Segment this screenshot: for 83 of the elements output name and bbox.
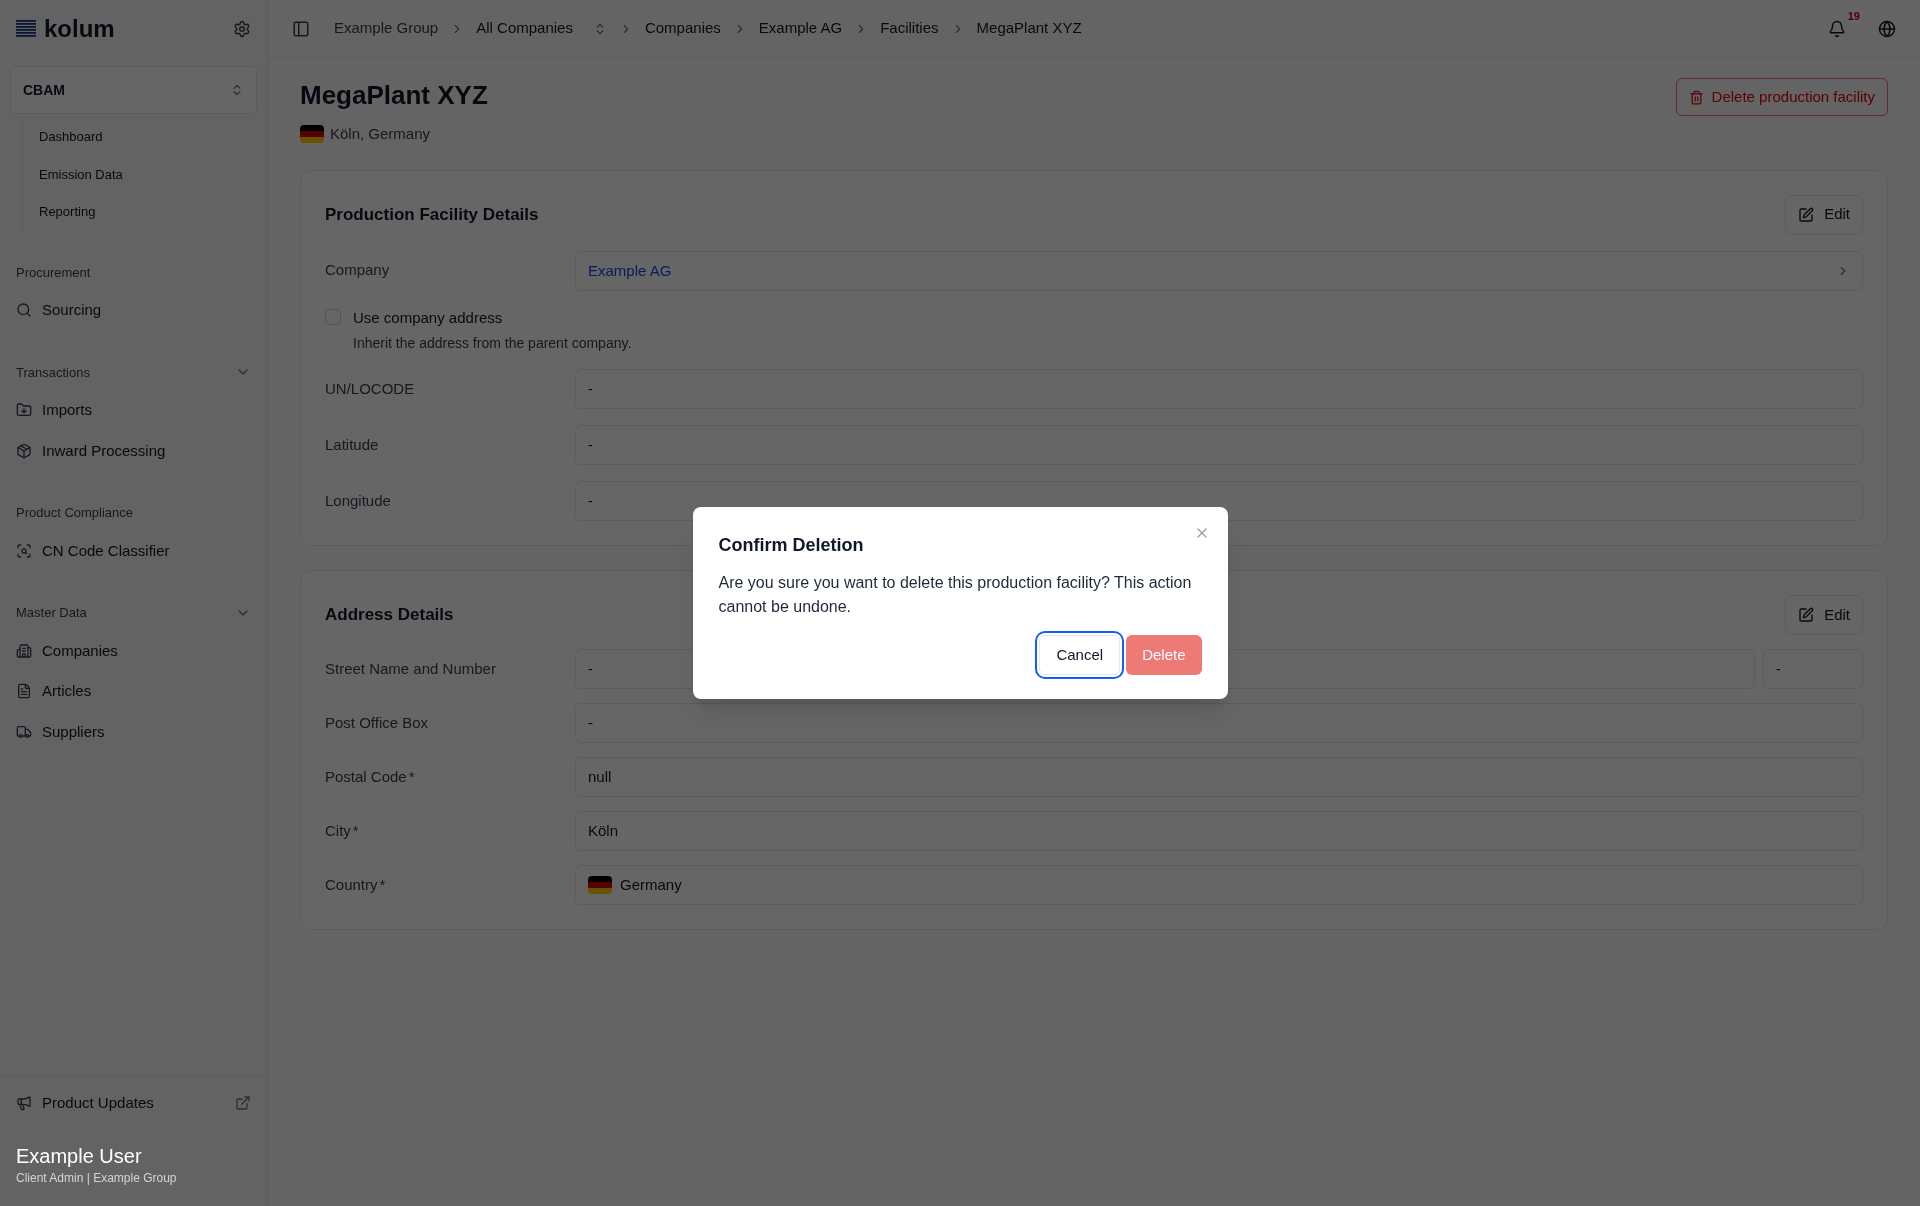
dialog-message: Are you sure you want to delete this production facility? This action cannot be undone. <box>718 573 1193 617</box>
sidebar-item[interactable]: Companies <box>16 630 251 671</box>
sidebar-item[interactable]: Articles <box>16 671 251 712</box>
box-icon <box>16 442 32 459</box>
input-field[interactable]: - <box>1763 649 1863 689</box>
sidebar-item[interactable]: Inward Processing <box>16 430 251 471</box>
scan-icon <box>16 542 32 559</box>
sidebar-item[interactable]: Suppliers <box>16 711 251 752</box>
sidebar-subitem[interactable]: Emission Data <box>31 155 257 193</box>
section-title: Product Compliance <box>16 504 134 522</box>
field-label: Longitude <box>325 490 392 511</box>
settings-icon[interactable] <box>233 20 251 38</box>
edit-button[interactable]: Edit <box>1785 194 1863 235</box>
field-value: - <box>588 713 593 734</box>
flag-icon <box>588 876 612 894</box>
input-field[interactable]: - <box>575 703 1863 743</box>
delete-button[interactable]: Delete <box>1126 635 1202 675</box>
dialog-title: Confirm Deletion <box>718 534 865 557</box>
breadcrumb-link[interactable]: Facilities <box>880 17 939 40</box>
input-field[interactable]: - <box>575 425 1863 465</box>
product-updates-link[interactable]: Product Updates <box>16 1091 251 1114</box>
truck-icon <box>16 723 32 740</box>
edit-icon <box>1798 607 1815 623</box>
company-link[interactable]: Example AG <box>588 259 672 282</box>
app-switcher[interactable]: CBAM <box>10 66 257 114</box>
field-label: Street Name and Number <box>325 658 497 679</box>
field-value: - <box>1776 660 1781 679</box>
search-icon <box>16 302 32 319</box>
sidebar-item[interactable]: Sourcing <box>16 290 251 331</box>
field-value: Germany <box>620 875 682 896</box>
flag-icon <box>300 125 324 144</box>
field-value: - <box>588 380 593 399</box>
globe-icon[interactable] <box>1878 19 1896 38</box>
breadcrumb-link[interactable]: Companies <box>644 17 721 40</box>
input-field[interactable]: Köln <box>575 811 1863 851</box>
breadcrumb-link[interactable]: Example AG <box>758 17 843 40</box>
checkbox-label: Use company address <box>353 307 504 328</box>
field-value: - <box>588 660 593 679</box>
field-value: null <box>588 767 612 788</box>
card-title: Address Details <box>325 604 454 627</box>
external-link-icon <box>235 1094 251 1111</box>
checkbox-hint: Inherit the address from the parent company. <box>353 334 632 353</box>
page-title: MegaPlant XYZ <box>300 79 488 112</box>
field-label: Company <box>325 260 391 281</box>
location-text: Köln, Germany <box>330 124 431 144</box>
input-field[interactable]: Germany <box>575 865 1863 905</box>
field-label: Country* <box>325 874 387 895</box>
card-title: Production Facility Details <box>325 203 539 226</box>
logo: kolum <box>44 14 115 44</box>
field-label: Latitude <box>325 434 380 455</box>
sidebar-toggle-icon[interactable] <box>292 19 310 38</box>
delete-facility-button[interactable]: Delete production facility <box>1675 78 1888 116</box>
document-icon <box>16 683 32 700</box>
field-label: UN/LOCODE <box>325 378 416 399</box>
sidebar-item[interactable]: Imports <box>16 390 251 431</box>
sidebar-subitem[interactable]: Dashboard <box>31 118 257 156</box>
building-icon <box>16 642 32 659</box>
edit-button[interactable]: Edit <box>1785 595 1863 635</box>
sidebar-subitem[interactable]: Reporting <box>31 193 257 231</box>
field-label: Post Office Box <box>325 712 430 733</box>
folder-icon <box>16 402 32 419</box>
breadcrumb-link[interactable]: MegaPlant XYZ <box>976 17 1082 40</box>
company-switcher[interactable]: All Companies <box>476 17 607 40</box>
field-value: - <box>588 436 593 455</box>
megaphone-icon <box>16 1094 32 1111</box>
field-value: Köln <box>588 821 619 842</box>
input-field[interactable]: Example AG <box>575 250 1863 291</box>
edit-icon <box>1798 206 1815 223</box>
trash-icon <box>1688 89 1704 105</box>
logo-icon <box>16 20 36 38</box>
input-field[interactable]: - <box>575 369 1863 409</box>
sidebar-item[interactable]: CN Code Classifier <box>16 530 251 571</box>
field-label: Postal Code* <box>325 766 416 787</box>
bell-icon[interactable] <box>1828 19 1846 38</box>
section-title: Master Data <box>16 604 87 622</box>
field-label: City* <box>325 820 360 841</box>
user-name: Example User <box>16 1144 143 1169</box>
section-title: Transactions <box>16 363 90 382</box>
section-title: Procurement <box>16 263 91 282</box>
user-role: Client Admin | Example Group <box>16 1170 178 1186</box>
input-field[interactable]: null <box>575 757 1863 797</box>
breadcrumb-link[interactable]: Example Group <box>334 17 439 40</box>
field-value: - <box>588 492 593 511</box>
